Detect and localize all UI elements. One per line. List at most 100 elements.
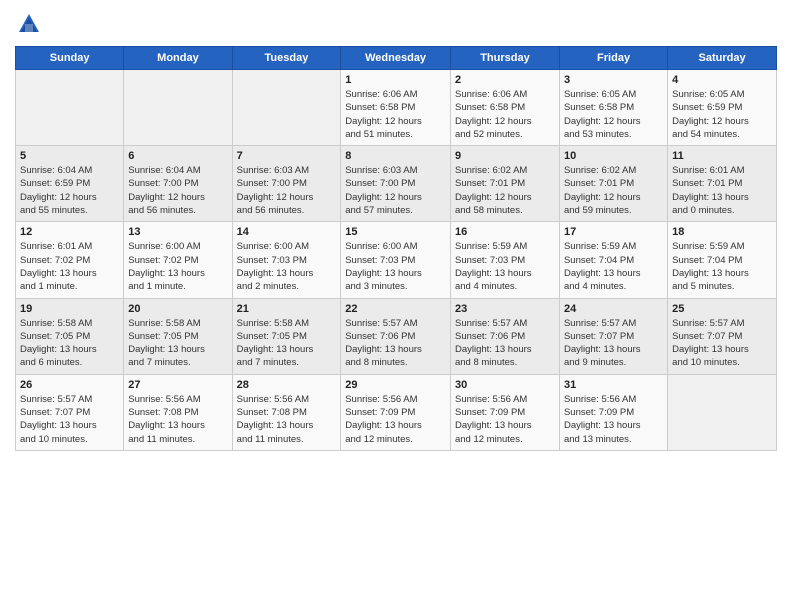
calendar-week-row: 19 Sunrise: 5:58 AM Sunset: 7:05 PM Dayli… — [16, 298, 777, 374]
calendar-day-cell: 2Sunrise: 6:06 AM Sunset: 6:58 PM Daylig… — [450, 70, 559, 146]
day-info: Sunrise: 5:57 AM Sunset: 7:07 PM Dayligh… — [672, 317, 772, 370]
calendar-week-row: 12 Sunrise: 6:01 AM Sunset: 7:02 PM Dayli… — [16, 222, 777, 298]
day-number: 18 — [672, 226, 772, 238]
page-container: SundayMondayTuesdayWednesdayThursdayFrid… — [0, 0, 792, 461]
day-number: 11 — [672, 150, 772, 162]
day-number: 15 — [345, 226, 446, 238]
calendar-day-cell: 28Sunrise: 5:56 AM Sunset: 7:08 PM Dayli… — [232, 374, 341, 450]
page-header — [15, 10, 777, 38]
day-number: 12 — [20, 226, 119, 238]
day-info: Sunrise: 5:57 AM Sunset: 7:06 PM Dayligh… — [345, 317, 446, 370]
calendar-day-cell: 7Sunrise: 6:03 AM Sunset: 7:00 PM Daylig… — [232, 146, 341, 222]
day-info: Sunrise: 6:05 AM Sunset: 6:58 PM Dayligh… — [564, 88, 663, 141]
logo — [15, 10, 47, 38]
day-info: Sunrise: 5:57 AM Sunset: 7:07 PM Dayligh… — [20, 393, 119, 446]
day-number: 21 — [237, 303, 337, 315]
day-number: 20 — [128, 303, 227, 315]
calendar-day-cell: 4 Sunrise: 6:05 AM Sunset: 6:59 PM Daylig… — [668, 70, 777, 146]
calendar-day-cell: 8 Sunrise: 6:03 AM Sunset: 7:00 PM Daylig… — [341, 146, 451, 222]
day-number: 19 — [20, 303, 119, 315]
calendar-day-cell: 31 Sunrise: 5:56 AM Sunset: 7:09 PM Dayli… — [559, 374, 667, 450]
day-info: Sunrise: 6:01 AM Sunset: 7:02 PM Dayligh… — [20, 240, 119, 293]
calendar-day-cell: 22 Sunrise: 5:57 AM Sunset: 7:06 PM Dayli… — [341, 298, 451, 374]
weekday-header: Wednesday — [341, 47, 451, 70]
day-number: 9 — [455, 150, 555, 162]
calendar-day-cell: 15 Sunrise: 6:00 AM Sunset: 7:03 PM Dayli… — [341, 222, 451, 298]
day-info: Sunrise: 6:00 AM Sunset: 7:03 PM Dayligh… — [345, 240, 446, 293]
calendar-day-cell: 13Sunrise: 6:00 AM Sunset: 7:02 PM Dayli… — [124, 222, 232, 298]
calendar-day-cell: 3 Sunrise: 6:05 AM Sunset: 6:58 PM Daylig… — [559, 70, 667, 146]
weekday-header: Monday — [124, 47, 232, 70]
day-number: 16 — [455, 226, 555, 238]
calendar-day-cell — [124, 70, 232, 146]
day-info: Sunrise: 5:59 AM Sunset: 7:04 PM Dayligh… — [564, 240, 663, 293]
calendar-week-row: 1 Sunrise: 6:06 AM Sunset: 6:58 PM Daylig… — [16, 70, 777, 146]
day-number: 27 — [128, 379, 227, 391]
calendar-day-cell: 1 Sunrise: 6:06 AM Sunset: 6:58 PM Daylig… — [341, 70, 451, 146]
weekday-header: Friday — [559, 47, 667, 70]
day-number: 13 — [128, 226, 227, 238]
calendar-day-cell: 6Sunrise: 6:04 AM Sunset: 7:00 PM Daylig… — [124, 146, 232, 222]
weekday-header: Thursday — [450, 47, 559, 70]
calendar-day-cell: 18 Sunrise: 5:59 AM Sunset: 7:04 PM Dayli… — [668, 222, 777, 298]
day-info: Sunrise: 6:04 AM Sunset: 6:59 PM Dayligh… — [20, 164, 119, 217]
day-number: 22 — [345, 303, 446, 315]
day-info: Sunrise: 5:59 AM Sunset: 7:04 PM Dayligh… — [672, 240, 772, 293]
calendar-day-cell: 10 Sunrise: 6:02 AM Sunset: 7:01 PM Dayli… — [559, 146, 667, 222]
day-info: Sunrise: 6:06 AM Sunset: 6:58 PM Dayligh… — [345, 88, 446, 141]
day-number: 14 — [237, 226, 337, 238]
calendar-day-cell — [668, 374, 777, 450]
day-number: 7 — [237, 150, 337, 162]
calendar-day-cell: 29Sunrise: 5:56 AM Sunset: 7:09 PM Dayli… — [341, 374, 451, 450]
calendar-day-cell: 23 Sunrise: 5:57 AM Sunset: 7:06 PM Dayli… — [450, 298, 559, 374]
calendar-day-cell — [16, 70, 124, 146]
calendar-table: SundayMondayTuesdayWednesdayThursdayFrid… — [15, 46, 777, 451]
calendar-day-cell: 19 Sunrise: 5:58 AM Sunset: 7:05 PM Dayli… — [16, 298, 124, 374]
day-info: Sunrise: 6:02 AM Sunset: 7:01 PM Dayligh… — [455, 164, 555, 217]
day-info: Sunrise: 6:02 AM Sunset: 7:01 PM Dayligh… — [564, 164, 663, 217]
day-number: 30 — [455, 379, 555, 391]
weekday-header: Sunday — [16, 47, 124, 70]
day-number: 28 — [237, 379, 337, 391]
logo-icon — [15, 10, 43, 38]
calendar-day-cell: 21 Sunrise: 5:58 AM Sunset: 7:05 PM Dayli… — [232, 298, 341, 374]
calendar-week-row: 26 Sunrise: 5:57 AM Sunset: 7:07 PM Dayli… — [16, 374, 777, 450]
day-number: 26 — [20, 379, 119, 391]
calendar-day-cell: 27 Sunrise: 5:56 AM Sunset: 7:08 PM Dayli… — [124, 374, 232, 450]
day-number: 24 — [564, 303, 663, 315]
day-number: 10 — [564, 150, 663, 162]
day-number: 17 — [564, 226, 663, 238]
day-info: Sunrise: 6:05 AM Sunset: 6:59 PM Dayligh… — [672, 88, 772, 141]
day-number: 4 — [672, 74, 772, 86]
day-info: Sunrise: 5:59 AM Sunset: 7:03 PM Dayligh… — [455, 240, 555, 293]
day-number: 3 — [564, 74, 663, 86]
day-number: 31 — [564, 379, 663, 391]
calendar-day-cell: 12 Sunrise: 6:01 AM Sunset: 7:02 PM Dayli… — [16, 222, 124, 298]
calendar-day-cell — [232, 70, 341, 146]
day-info: Sunrise: 6:04 AM Sunset: 7:00 PM Dayligh… — [128, 164, 227, 217]
day-number: 23 — [455, 303, 555, 315]
calendar-day-cell: 9 Sunrise: 6:02 AM Sunset: 7:01 PM Daylig… — [450, 146, 559, 222]
day-number: 8 — [345, 150, 446, 162]
day-info: Sunrise: 5:56 AM Sunset: 7:09 PM Dayligh… — [564, 393, 663, 446]
day-info: Sunrise: 5:56 AM Sunset: 7:08 PM Dayligh… — [128, 393, 227, 446]
day-info: Sunrise: 5:58 AM Sunset: 7:05 PM Dayligh… — [128, 317, 227, 370]
day-info: Sunrise: 6:06 AM Sunset: 6:58 PM Dayligh… — [455, 88, 555, 141]
calendar-day-cell: 11 Sunrise: 6:01 AM Sunset: 7:01 PM Dayli… — [668, 146, 777, 222]
day-number: 29 — [345, 379, 446, 391]
weekday-header: Tuesday — [232, 47, 341, 70]
weekday-header: Saturday — [668, 47, 777, 70]
day-info: Sunrise: 6:01 AM Sunset: 7:01 PM Dayligh… — [672, 164, 772, 217]
calendar-day-cell: 30Sunrise: 5:56 AM Sunset: 7:09 PM Dayli… — [450, 374, 559, 450]
day-number: 25 — [672, 303, 772, 315]
day-info: Sunrise: 5:58 AM Sunset: 7:05 PM Dayligh… — [20, 317, 119, 370]
day-number: 5 — [20, 150, 119, 162]
day-info: Sunrise: 5:57 AM Sunset: 7:06 PM Dayligh… — [455, 317, 555, 370]
day-number: 1 — [345, 74, 446, 86]
day-info: Sunrise: 5:57 AM Sunset: 7:07 PM Dayligh… — [564, 317, 663, 370]
calendar-day-cell: 20 Sunrise: 5:58 AM Sunset: 7:05 PM Dayli… — [124, 298, 232, 374]
day-info: Sunrise: 5:58 AM Sunset: 7:05 PM Dayligh… — [237, 317, 337, 370]
calendar-week-row: 5 Sunrise: 6:04 AM Sunset: 6:59 PM Daylig… — [16, 146, 777, 222]
calendar-day-cell: 26 Sunrise: 5:57 AM Sunset: 7:07 PM Dayli… — [16, 374, 124, 450]
day-info: Sunrise: 6:03 AM Sunset: 7:00 PM Dayligh… — [345, 164, 446, 217]
